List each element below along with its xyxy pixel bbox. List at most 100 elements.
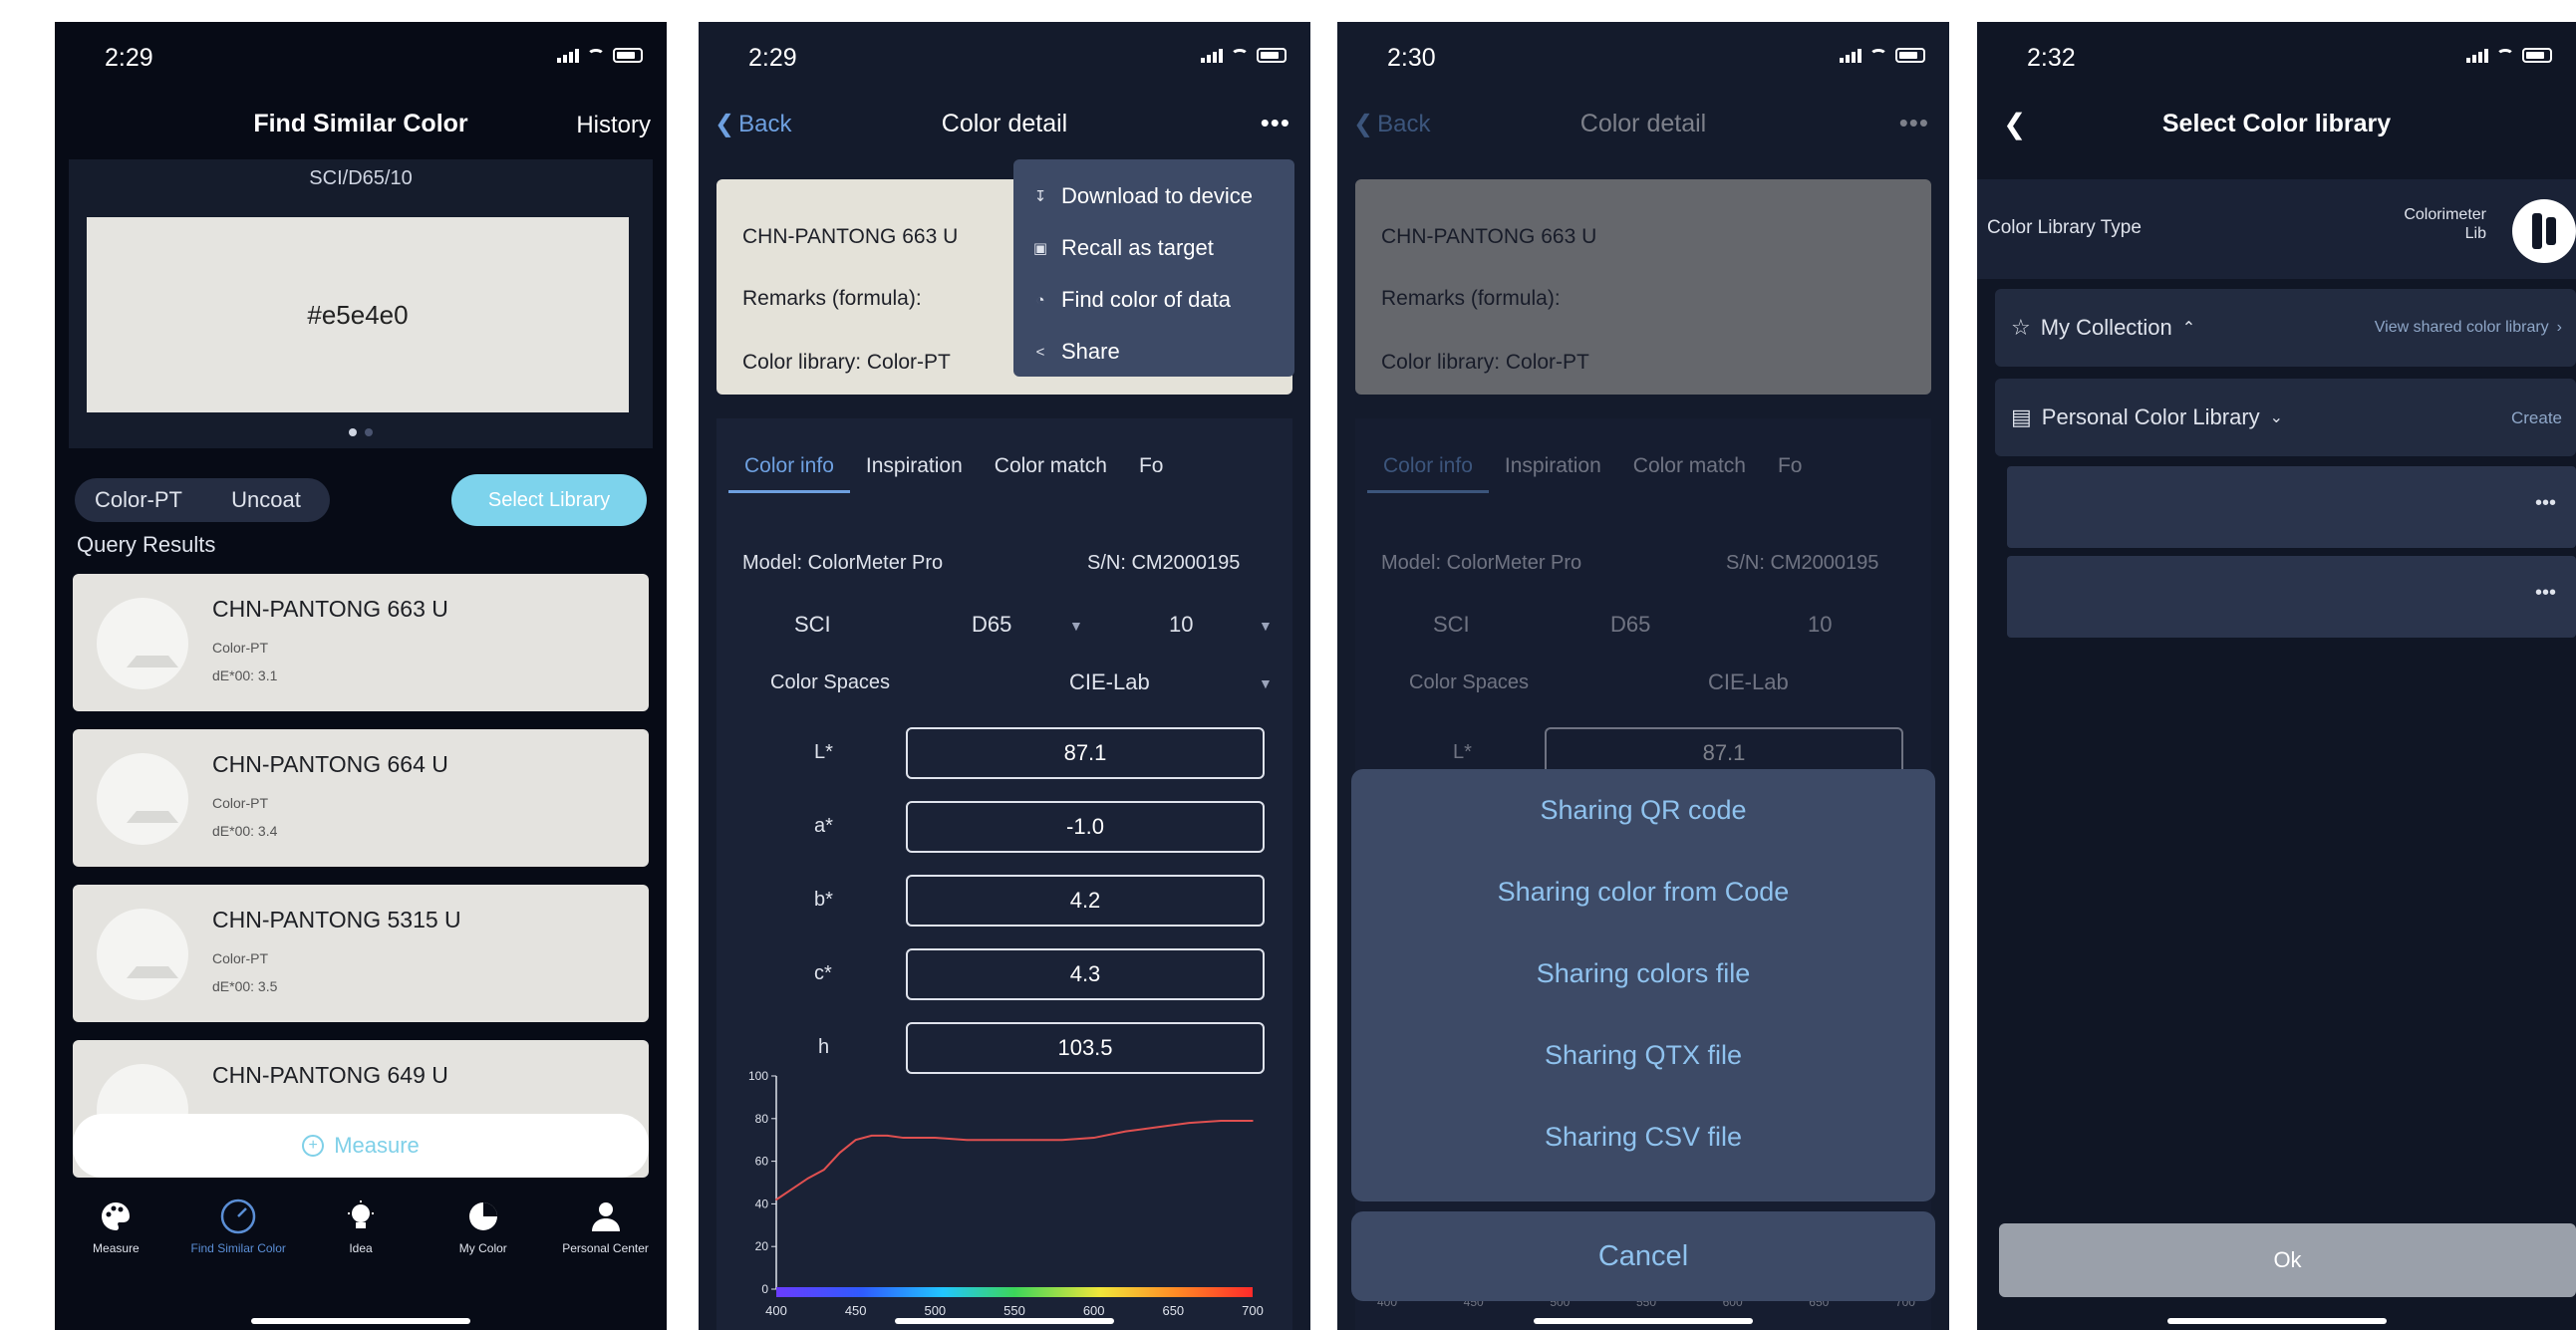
page-title: Color detail	[1579, 110, 1707, 137]
history-button[interactable]: History	[576, 112, 651, 139]
model-label: Model: ColorMeter Pro	[742, 552, 944, 574]
x-tick-label: 450	[845, 1303, 867, 1318]
illuminant-select: D65	[1610, 612, 1651, 637]
illuminant-select[interactable]: D65	[972, 612, 1011, 638]
a-value-field[interactable]: -1.0	[906, 801, 1265, 853]
signal-icon	[1201, 49, 1223, 63]
data-point	[807, 1177, 809, 1180]
menu-recall-as-target[interactable]: ▣ Recall as target	[1031, 235, 1214, 261]
wifi-icon	[587, 49, 605, 63]
more-icon[interactable]: •••	[2535, 582, 2556, 605]
color-space-select: CIE-Lab	[1708, 669, 1789, 694]
result-item[interactable]: CHN-PANTONG 664 U Color-PT dE*00: 3.4	[73, 729, 649, 867]
swatch-hex: #e5e4e0	[307, 299, 409, 330]
battery-icon	[613, 48, 643, 63]
measure-button[interactable]: + Measure	[73, 1114, 649, 1178]
tab-color-match[interactable]: Color match	[979, 442, 1123, 493]
share-color-from-code-option[interactable]: Sharing color from Code	[1351, 877, 1935, 908]
result-name: CHN-PANTONG 649 U	[212, 1062, 448, 1088]
tab-idea[interactable]: Idea	[300, 1197, 423, 1287]
more-icon[interactable]: •••	[1261, 108, 1290, 138]
wifi-icon	[1869, 49, 1887, 63]
y-tick-label: 100	[748, 1069, 768, 1083]
star-icon: ☆	[2011, 315, 2031, 340]
personal-library-label: Personal Color Library	[2041, 404, 2260, 429]
data-point	[1220, 1120, 1222, 1122]
colorimeter-device-icon	[2512, 199, 2576, 263]
create-button[interactable]: Create	[2511, 408, 2562, 428]
library-type-row[interactable]: Color Library Type Colorimeter Lib	[1977, 179, 2576, 279]
library-item[interactable]: •••	[2007, 466, 2576, 548]
library-filter-coat[interactable]: Uncoat	[202, 487, 330, 513]
data-point	[1188, 1122, 1191, 1124]
chevron-down-icon: ⌄	[2269, 409, 2284, 426]
tab-label: Measure	[93, 1241, 140, 1255]
battery-icon	[1257, 48, 1287, 63]
share-csv-file-option[interactable]: Sharing CSV file	[1351, 1122, 1935, 1153]
result-item[interactable]: CHN-PANTONG 663 U Color-PT dE*00: 3.1	[73, 574, 649, 711]
find-similar-color-screen: 2:29 Find Similar Color History SCI/D65/…	[55, 22, 667, 1330]
share-icon: <	[1035, 343, 1045, 361]
share-colors-file-option[interactable]: Sharing colors file	[1351, 958, 1935, 989]
result-item[interactable]: CHN-PANTONG 5315 U Color-PT dE*00: 3.5	[73, 885, 649, 1022]
result-name: CHN-PANTONG 5315 U	[212, 907, 461, 932]
measurement-condition: SCI/D65/10	[309, 167, 413, 189]
remarks-label: Remarks (formula):	[1381, 287, 1561, 310]
b-value-field[interactable]: 4.2	[906, 875, 1265, 927]
color-space-select[interactable]: CIE-Lab	[1069, 669, 1150, 695]
serial-number: S/N: CM2000195	[1726, 552, 1879, 574]
menu-find-color-of-data[interactable]: ◔ Find color of data	[1031, 287, 1231, 313]
ok-button[interactable]: Ok	[1999, 1223, 2576, 1297]
menu-share[interactable]: < Share	[1031, 339, 1120, 365]
page-dots[interactable]	[69, 428, 653, 436]
tab-label: Idea	[349, 1241, 373, 1255]
library-filter-library[interactable]: Color-PT	[75, 487, 202, 513]
l-value-field[interactable]: 87.1	[906, 727, 1265, 779]
share-qtx-file-option[interactable]: Sharing QTX file	[1351, 1040, 1935, 1071]
tab-color-info[interactable]: Color info	[728, 442, 850, 493]
signal-icon	[1840, 49, 1861, 63]
library-type-label: Color Library Type	[1987, 217, 2142, 238]
menu-label: Download to device	[1061, 183, 1254, 208]
signal-icon	[2466, 49, 2488, 63]
tab-my-color[interactable]: My Color	[422, 1197, 544, 1287]
result-delta-e: dE*00: 3.1	[212, 667, 278, 683]
my-collection-row[interactable]: ☆ My Collection ⌃ View shared color libr…	[1995, 289, 2576, 367]
reflectance-line	[775, 1119, 1253, 1200]
tab-personal-center[interactable]: Personal Center	[544, 1197, 667, 1287]
menu-label: Recall as target	[1061, 235, 1214, 260]
library-filter[interactable]: Color-PT Uncoat	[75, 478, 330, 522]
observer-select[interactable]: 10	[1169, 612, 1193, 638]
mode-select[interactable]: SCI	[794, 612, 831, 638]
query-results-label: Query Results	[77, 532, 216, 557]
home-indicator	[2166, 1318, 2387, 1324]
tab-measure[interactable]: Measure	[55, 1197, 177, 1287]
share-qr-code-option[interactable]: Sharing QR code	[1351, 795, 1935, 826]
select-library-button[interactable]: Select Library	[451, 474, 647, 526]
result-name: CHN-PANTONG 664 U	[212, 751, 448, 777]
chart-icon: ◔	[1035, 291, 1045, 309]
menu-download-to-device[interactable]: ↧ Download to device	[1031, 183, 1253, 209]
data-point	[966, 1139, 968, 1141]
reflectance-chart: 0 20 40 60 80 100 400 450 500 550 600 650 700	[748, 1069, 1264, 1318]
result-library: Color-PT	[212, 795, 269, 811]
status-time: 2:32	[2027, 44, 2076, 72]
tab-label: Find Similar Color	[190, 1241, 286, 1255]
personal-library-row[interactable]: ▤ Personal Color Library ⌄ Create	[1995, 379, 2576, 456]
cancel-button[interactable]: Cancel	[1351, 1211, 1935, 1301]
tab-find-similar-color[interactable]: Find Similar Color	[177, 1197, 300, 1287]
home-indicator	[895, 1318, 1114, 1324]
tab-formula[interactable]: Fo	[1123, 442, 1180, 493]
view-shared-library-link[interactable]: View shared color library ›	[2375, 319, 2562, 337]
share-sheet: Sharing QR code Sharing color from Code …	[1351, 769, 1935, 1201]
tab-inspiration[interactable]: Inspiration	[850, 442, 979, 493]
result-library: Color-PT	[212, 640, 269, 656]
signal-icon	[557, 49, 579, 63]
library-item[interactable]: •••	[2007, 556, 2576, 638]
c-value-field[interactable]: 4.3	[906, 948, 1265, 1000]
status-time: 2:30	[1387, 44, 1436, 72]
color-spaces-label: Color Spaces	[770, 671, 891, 693]
more-icon[interactable]: •••	[2535, 492, 2556, 515]
chevron-down-icon: ▼	[1259, 618, 1273, 634]
measure-label: Measure	[334, 1133, 420, 1158]
